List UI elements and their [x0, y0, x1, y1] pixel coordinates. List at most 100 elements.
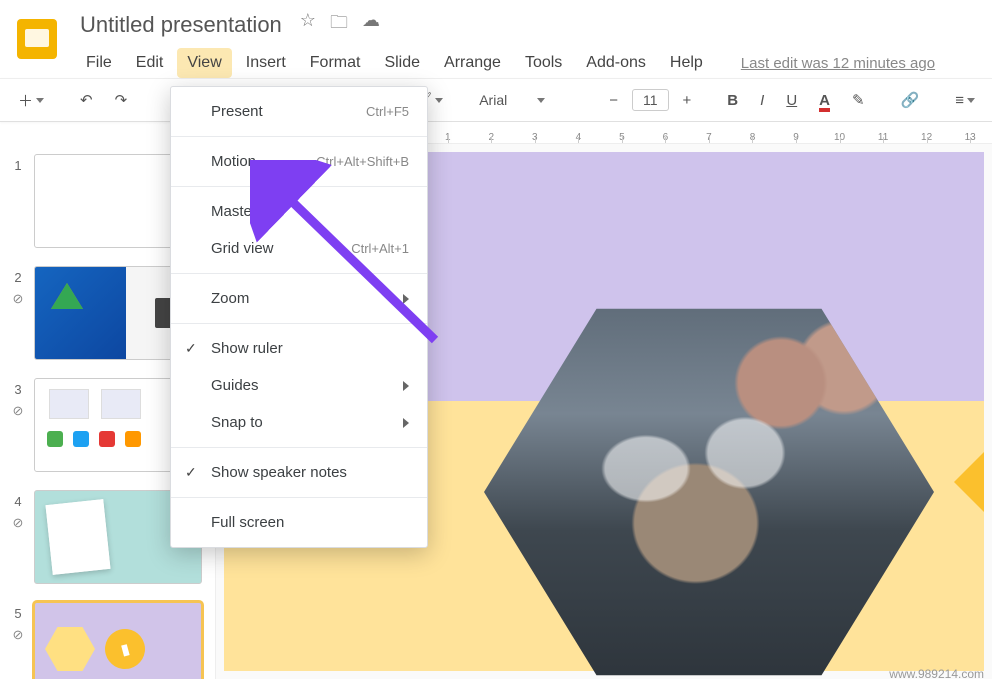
menu-label: Zoom	[211, 290, 249, 307]
checkmark-icon: ✓	[185, 340, 197, 357]
slide-thumbnail-5[interactable]: ▮	[34, 602, 202, 679]
submenu-caret-icon	[403, 418, 409, 428]
ruler-tick: 7	[687, 132, 731, 143]
doc-title[interactable]: Untitled presentation	[76, 10, 286, 40]
menu-item-zoom[interactable]: Zoom	[171, 280, 427, 317]
align-button[interactable]: ≡	[947, 88, 983, 113]
slide-number: 4	[14, 494, 21, 509]
menu-shortcut: Ctrl+Alt+1	[351, 241, 409, 256]
main-area: 1 2 ⊘ 3 ⊘	[0, 144, 992, 679]
menu-item-present[interactable]: Present Ctrl+F5	[171, 93, 427, 130]
menu-item-speaker-notes[interactable]: ✓ Show speaker notes	[171, 454, 427, 491]
transition-icon: ⊘	[13, 403, 24, 419]
ruler-tick: 8	[731, 132, 775, 143]
ruler-tick: 12	[905, 132, 949, 143]
menu-view[interactable]: View	[177, 48, 231, 78]
menu-slide[interactable]: Slide	[374, 48, 430, 78]
menu-item-full-screen[interactable]: Full screen	[171, 504, 427, 541]
app-header: Untitled presentation ☆ 🗀 ☁ File Edit Vi…	[0, 0, 992, 78]
move-icon[interactable]: 🗀	[330, 10, 348, 40]
menu-item-show-ruler[interactable]: ✓ Show ruler	[171, 330, 427, 367]
menu-label: Guides	[211, 377, 259, 394]
menu-help[interactable]: Help	[660, 48, 713, 78]
slide-number: 1	[14, 158, 21, 173]
ruler-tick: 10	[818, 132, 862, 143]
menu-label: Snap to	[211, 414, 263, 431]
menu-insert[interactable]: Insert	[236, 48, 296, 78]
submenu-caret-icon	[403, 381, 409, 391]
ruler-tick: 11	[861, 132, 905, 143]
menu-label: Show ruler	[211, 340, 283, 357]
slides-logo[interactable]	[12, 14, 62, 64]
highlight-button[interactable]: ✎	[844, 87, 873, 113]
ruler-tick: 3	[513, 132, 557, 143]
caret-down-icon	[537, 98, 545, 103]
menu-separator	[171, 323, 427, 324]
increase-size-button[interactable]: +	[675, 88, 700, 113]
ruler-tick: 1	[426, 132, 470, 143]
ruler-tick: 2	[470, 132, 514, 143]
ruler-tick: 5	[600, 132, 644, 143]
toolbar: ＋ ↶ ↷ 🖌 Arial − 11 + B I U A ✎ 🔗 ≡	[0, 78, 992, 122]
menu-item-snap-to[interactable]: Snap to	[171, 404, 427, 441]
menu-item-master[interactable]: Master	[171, 193, 427, 230]
menu-file[interactable]: File	[76, 48, 122, 78]
last-edit-link[interactable]: Last edit was 12 minutes ago	[741, 55, 935, 72]
menu-item-motion[interactable]: Motion Ctrl+Alt+Shift+B	[171, 143, 427, 180]
menu-addons[interactable]: Add-ons	[576, 48, 656, 78]
ruler-tick: 9	[774, 132, 818, 143]
menu-shortcut: Ctrl+F5	[366, 104, 409, 119]
menu-label: Motion	[211, 153, 256, 170]
menu-edit[interactable]: Edit	[126, 48, 174, 78]
menu-item-guides[interactable]: Guides	[171, 367, 427, 404]
bold-button[interactable]: B	[719, 88, 746, 113]
menu-label: Master	[211, 203, 257, 220]
menu-separator	[171, 447, 427, 448]
menu-item-grid-view[interactable]: Grid view Ctrl+Alt+1	[171, 230, 427, 267]
menu-label: Show speaker notes	[211, 464, 347, 481]
caret-down-icon	[435, 98, 443, 103]
cloud-icon[interactable]: ☁	[362, 10, 380, 40]
font-size-stepper: − 11 +	[601, 88, 699, 113]
ruler-tick: 4	[557, 132, 601, 143]
caret-down-icon	[36, 98, 44, 103]
menu-format[interactable]: Format	[300, 48, 371, 78]
title-icons: ☆ 🗀 ☁	[300, 10, 380, 40]
menu-separator	[171, 273, 427, 274]
menu-arrange[interactable]: Arrange	[434, 48, 511, 78]
slide-number: 2	[14, 270, 21, 285]
menu-label: Present	[211, 103, 263, 120]
insert-link-button[interactable]: 🔗	[893, 87, 928, 113]
star-icon[interactable]: ☆	[300, 10, 316, 40]
decrease-size-button[interactable]: −	[601, 88, 626, 113]
menu-label: Grid view	[211, 240, 274, 257]
font-name: Arial	[479, 92, 507, 108]
text-color-button[interactable]: A	[811, 88, 838, 113]
menu-tools[interactable]: Tools	[515, 48, 572, 78]
font-select[interactable]: Arial	[471, 88, 581, 112]
slide-number: 5	[14, 606, 21, 621]
italic-button[interactable]: I	[752, 88, 772, 113]
transition-icon: ⊘	[13, 291, 24, 307]
new-slide-button[interactable]: ＋	[10, 86, 52, 115]
font-size-value[interactable]: 11	[632, 89, 669, 111]
menubar: File Edit View Insert Format Slide Arran…	[76, 48, 980, 78]
transition-icon: ⊘	[13, 515, 24, 531]
submenu-caret-icon	[403, 294, 409, 304]
transition-icon: ⊘	[13, 627, 24, 643]
title-row: Untitled presentation ☆ 🗀 ☁	[76, 10, 980, 40]
yellow-triangle-shape[interactable]	[954, 452, 984, 512]
view-menu-dropdown: Present Ctrl+F5 Motion Ctrl+Alt+Shift+B …	[170, 86, 428, 548]
slide-thumbnail-row[interactable]: 5 ⊘ ▮	[8, 602, 207, 679]
menu-separator	[171, 136, 427, 137]
menu-separator	[171, 186, 427, 187]
caret-down-icon	[967, 98, 975, 103]
menu-label: Full screen	[211, 514, 284, 531]
title-area: Untitled presentation ☆ 🗀 ☁ File Edit Vi…	[76, 10, 980, 78]
undo-button[interactable]: ↶	[72, 87, 101, 113]
ruler-tick: 6	[644, 132, 688, 143]
slides-logo-icon	[17, 19, 57, 59]
checkmark-icon: ✓	[185, 464, 197, 481]
underline-button[interactable]: U	[778, 88, 805, 113]
redo-button[interactable]: ↷	[107, 87, 136, 113]
